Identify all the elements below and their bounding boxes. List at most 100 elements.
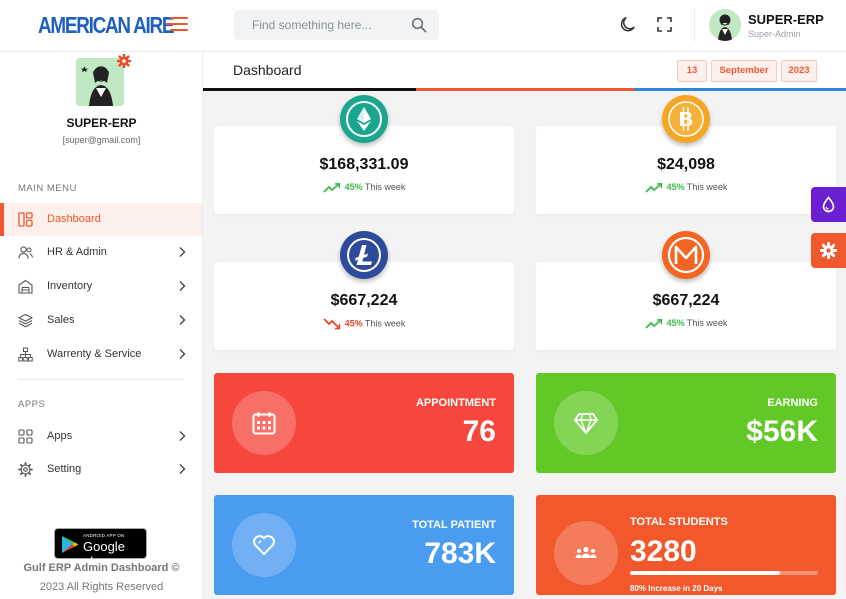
crypto-trend: 45% This week — [214, 182, 514, 193]
warehouse-icon — [18, 279, 33, 294]
search-icon[interactable] — [411, 17, 427, 33]
date-month: September — [711, 60, 777, 82]
header-divider — [694, 8, 695, 42]
sidebar-item-label: Sales — [47, 314, 75, 326]
chevron-right-icon — [179, 315, 186, 325]
stat-icon-circle — [232, 513, 296, 577]
crypto-amount: $168,331.09 — [319, 156, 409, 173]
ethereum-icon — [340, 95, 388, 143]
sidebar-item-setting[interactable]: Setting — [0, 453, 202, 486]
crypto-trend: 45% This week — [536, 318, 836, 329]
chevron-right-icon — [179, 464, 186, 474]
sidebar-item-label: Dashboard — [47, 213, 101, 225]
sidebar-item-label: Warrenty & Service — [47, 348, 142, 360]
sidebar-divider — [18, 379, 183, 380]
students-progress-note: 80% Increase in 20 Days — [630, 584, 723, 593]
students-group-icon — [575, 546, 597, 558]
sidebar-item-label: HR & Admin — [47, 246, 107, 258]
dashboard-icon — [18, 212, 33, 227]
google-play-small-text: ANDROID APP ON — [83, 533, 125, 538]
sidebar-item-label: Setting — [47, 463, 82, 475]
sidebar-item-dashboard[interactable]: Dashboard — [0, 203, 202, 236]
google-play-icon — [62, 536, 79, 553]
diamond-icon — [574, 413, 598, 434]
stat-icon-circle — [554, 391, 618, 455]
title-bar-stripe-black — [203, 88, 416, 91]
moon-icon[interactable] — [620, 15, 638, 33]
apps-heading: APPS — [18, 399, 46, 410]
stat-label: APPOINTMENT — [415, 397, 496, 409]
stat-label: EARNING — [767, 397, 818, 409]
stat-value: 76 — [462, 415, 496, 448]
crypto-trend: 45% This week — [536, 182, 836, 193]
sidebar-item-apps[interactable]: Apps — [0, 420, 202, 453]
gear-icon — [820, 242, 837, 259]
fullscreen-icon[interactable] — [657, 17, 672, 32]
date-day: 13 — [677, 60, 707, 82]
brand-logo[interactable]: AMERICAN AIRE — [38, 12, 174, 39]
trend-up-icon — [644, 182, 662, 193]
profile-settings-gear-icon[interactable] — [117, 54, 131, 68]
avatar[interactable] — [709, 9, 741, 41]
chevron-right-icon — [179, 431, 186, 441]
students-progress-bar — [630, 571, 818, 575]
stat-card-total-patient[interactable]: TOTAL PATIENT 783K — [214, 495, 514, 595]
users-icon — [18, 246, 33, 259]
sidebar-item-label: Inventory — [47, 280, 93, 292]
sidebar-item-warrenty-service[interactable]: Warrenty & Service — [0, 338, 202, 371]
chevron-right-icon — [179, 281, 186, 291]
trend-down-icon — [322, 318, 340, 330]
stat-card-earning[interactable]: EARNING $56K — [536, 373, 836, 473]
hierarchy-icon — [18, 347, 33, 362]
hamburger-icon[interactable] — [166, 14, 188, 34]
sidebar: SUPER-ERP [super@gmail.com] MAIN MENU Da… — [0, 52, 203, 599]
main-menu-heading: MAIN MENU — [18, 183, 77, 194]
sidebar-item-hr-admin[interactable]: HR & Admin — [0, 236, 202, 269]
crypto-amount: $667,224 — [652, 292, 720, 309]
crypto-amount: $667,224 — [330, 292, 398, 309]
stat-card-appointment[interactable]: APPOINTMENT 76 — [214, 373, 514, 473]
droplet-icon — [822, 196, 835, 213]
sidebar-item-label: Apps — [47, 430, 73, 442]
search-input[interactable] — [234, 10, 409, 40]
crypto-amount: $24,098 — [657, 156, 715, 173]
bitcoin-icon: B — [662, 95, 710, 143]
page-title: Dashboard — [233, 62, 302, 78]
chevron-right-icon — [179, 349, 186, 359]
gear-icon — [18, 462, 33, 477]
search-box — [234, 10, 439, 40]
date-year: 2023 — [781, 60, 817, 82]
title-bar-stripe-orange — [416, 88, 634, 91]
stat-icon-circle — [232, 391, 296, 455]
svg-text:B: B — [679, 109, 693, 131]
stat-label: TOTAL PATIENT — [412, 519, 496, 531]
footer-line-2: 2023 All Rights Reserved — [39, 581, 164, 593]
crypto-trend: 45% This week — [214, 318, 514, 330]
stat-value: $56K — [746, 415, 818, 448]
page-title-bar: Dashboard 13 September 2023 — [203, 52, 846, 91]
trend-up-icon — [644, 318, 662, 329]
calendar-icon — [252, 412, 276, 435]
litecoin-icon — [340, 231, 388, 279]
user-name[interactable]: SUPER-ERP — [748, 12, 824, 27]
stat-label: TOTAL STUDENTS — [630, 516, 728, 528]
top-header: AMERICAN AIRE SUPER-ERP Super-Admin — [0, 0, 846, 52]
students-progress-fill — [630, 571, 781, 575]
footer-line-1: Gulf ERP Admin Dashboard © — [23, 562, 180, 574]
layers-icon — [18, 313, 33, 328]
title-bar-stripe-blue — [634, 88, 846, 91]
grid-icon — [18, 429, 33, 444]
chevron-right-icon — [179, 247, 186, 257]
monero-icon — [662, 231, 710, 279]
sidebar-item-inventory[interactable]: Inventory — [0, 270, 202, 303]
google-play-badge[interactable]: ANDROID APP ON Google play — [54, 528, 147, 569]
sidebar-item-sales[interactable]: Sales — [0, 304, 202, 337]
stat-card-total-students[interactable]: TOTAL STUDENTS 3280 80% Increase in 20 D… — [536, 495, 836, 595]
heart-icon — [253, 535, 275, 555]
stat-icon-circle — [554, 521, 618, 585]
theme-color-button[interactable] — [811, 187, 846, 222]
settings-panel-button[interactable] — [811, 233, 846, 268]
profile-name: SUPER-ERP — [66, 116, 137, 130]
profile-email: [super@gmail.com] — [62, 135, 141, 145]
user-role: Super-Admin — [748, 29, 801, 39]
